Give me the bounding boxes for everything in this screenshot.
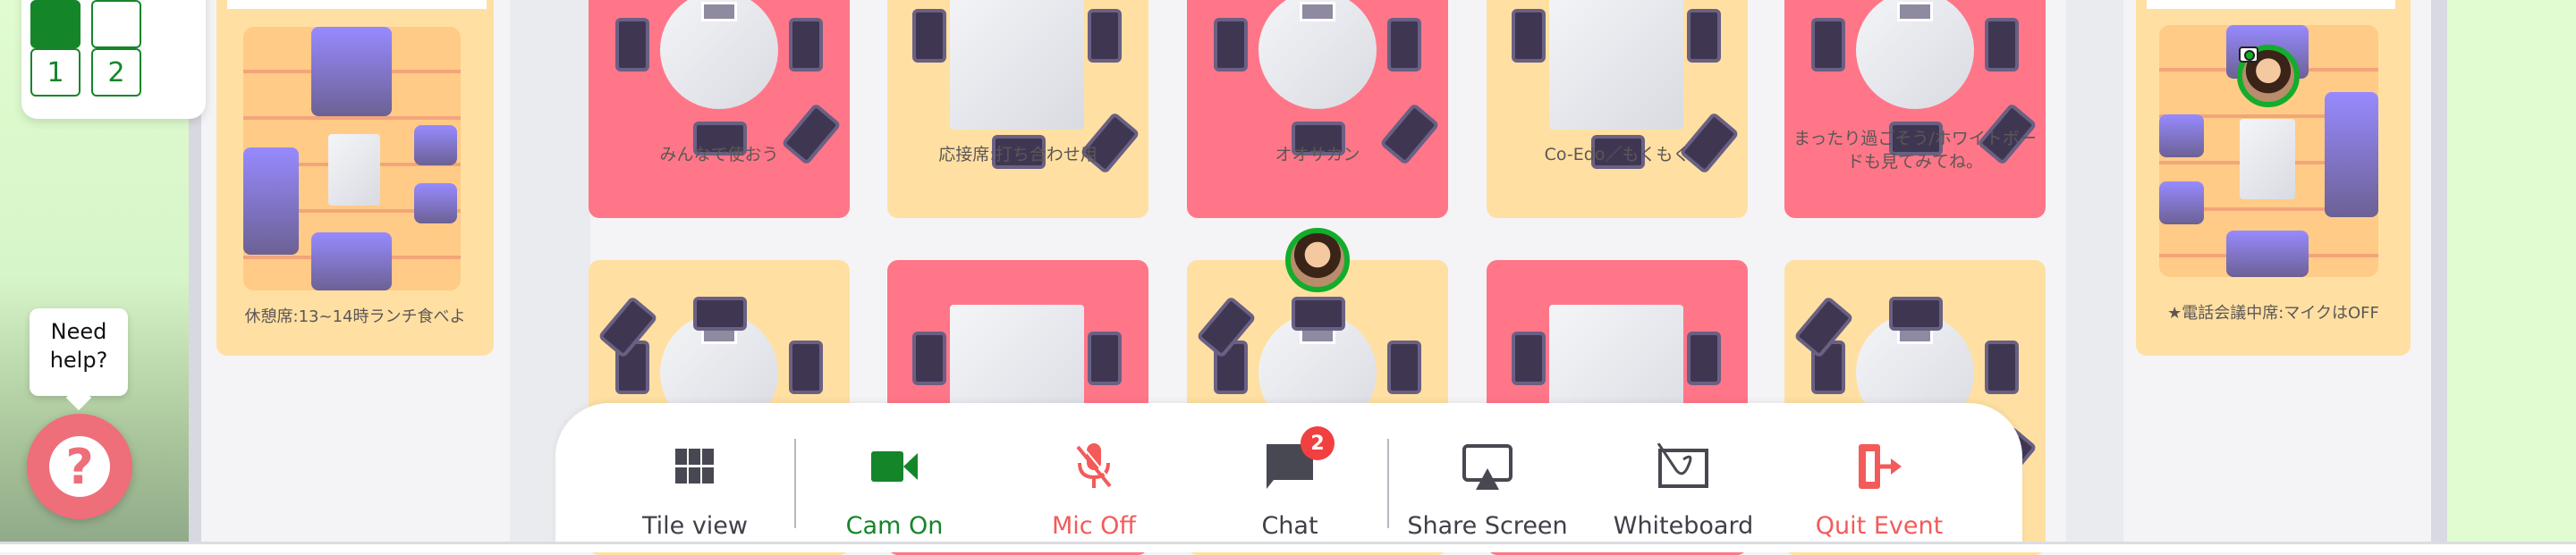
tile-view-label: Tile view — [641, 512, 749, 540]
chair — [1088, 332, 1122, 385]
room-header — [2147, 0, 2395, 9]
room-card[interactable]: みんなで使おう — [589, 0, 850, 218]
tile-view-button[interactable]: Tile view — [606, 439, 784, 540]
room-label: 休憩席:13~14時ランチ食べよ — [244, 307, 466, 326]
help-tooltip: Need help? — [30, 308, 128, 396]
floor-selector: 1 2 — [21, 0, 206, 119]
chair — [789, 18, 823, 71]
floor-button-2[interactable]: 2 — [91, 48, 141, 97]
chat-bubble-icon: 2 — [1200, 426, 1379, 494]
cam-label: Cam On — [845, 512, 944, 540]
grid-icon — [606, 439, 784, 494]
exit-door-icon — [1790, 439, 1969, 494]
divider — [1387, 439, 1389, 528]
lounge-illustration — [243, 27, 461, 290]
chair — [1985, 18, 2019, 71]
armchair — [311, 27, 392, 116]
room-label: ★電話会議中席:マイクはOFF — [2167, 304, 2379, 323]
room-card-lounge-left[interactable]: 休憩席:13~14時ランチ食べよ — [216, 0, 494, 356]
laptop-icon — [1897, 2, 1933, 21]
chair — [693, 297, 747, 331]
stool — [414, 125, 457, 165]
floor-button-1[interactable]: 1 — [30, 48, 80, 97]
room-card[interactable]: まったり過ごそう/ホワイトボードも見てみてね。 — [1784, 0, 2046, 218]
mic-button[interactable]: Mic Off — [1004, 439, 1183, 540]
sofa — [243, 147, 299, 255]
chair — [1889, 297, 1943, 331]
chair — [1088, 9, 1122, 63]
rect-table — [950, 0, 1084, 130]
rect-table — [1549, 0, 1683, 130]
chair — [1214, 18, 1248, 71]
aisle — [2066, 0, 2123, 542]
chair — [615, 18, 649, 71]
stool — [2159, 114, 2204, 157]
question-icon: ? — [49, 436, 110, 497]
bottom-border — [0, 542, 2576, 552]
share-screen-button[interactable]: Share Screen — [1398, 439, 1577, 540]
floor-button[interactable] — [91, 0, 141, 48]
room-card[interactable]: オオサカン — [1187, 0, 1448, 218]
divider — [794, 439, 796, 528]
room-card-lounge-right[interactable]: ★電話会議中席:マイクはOFF — [2136, 0, 2411, 356]
chair — [912, 9, 946, 63]
chair — [1811, 18, 1845, 71]
screen-share-icon — [1398, 439, 1577, 494]
camera-icon — [2239, 46, 2258, 63]
chat-button[interactable]: 2 Chat — [1200, 426, 1379, 540]
whiteboard-button[interactable]: Whiteboard — [1594, 439, 1773, 540]
room-card[interactable]: 応接席:打ち合わせ用 — [887, 0, 1148, 218]
chat-label: Chat — [1261, 512, 1318, 540]
floor-button[interactable] — [30, 0, 80, 48]
chair — [1687, 9, 1721, 63]
room-label: みんなで使おう — [659, 145, 779, 164]
quit-event-button[interactable]: Quit Event — [1790, 439, 1969, 540]
room-label: Co-Edo／もくもく — [1544, 145, 1690, 164]
chair — [912, 332, 946, 385]
coffee-table — [2240, 119, 2295, 199]
room-label: オオサカン — [1275, 145, 1360, 164]
chair — [1985, 341, 2019, 394]
mic-label: Mic Off — [1051, 512, 1137, 540]
whiteboard-icon — [1594, 439, 1773, 494]
sofa — [2325, 92, 2378, 217]
chair — [1387, 341, 1421, 394]
chair — [1292, 297, 1345, 331]
chair — [1512, 332, 1546, 385]
whiteboard-label: Whiteboard — [1613, 512, 1754, 540]
chair — [1687, 332, 1721, 385]
stool — [414, 183, 457, 223]
help-button[interactable]: ? — [27, 414, 132, 519]
laptop-icon — [1300, 2, 1335, 21]
room-card[interactable]: Co-Edo／もくもく — [1487, 0, 1748, 218]
armchair — [311, 232, 392, 290]
room-header — [227, 0, 487, 9]
right-background — [2447, 0, 2576, 542]
room-label: まったり過ごそう/ホワイトボードも見てみてね。 — [1793, 129, 2037, 172]
scroll-gutter-right[interactable] — [2431, 0, 2447, 542]
share-screen-label: Share Screen — [1407, 512, 1568, 540]
bottom-toolbar: Tile view Cam On Mic Off 2 Chat Share Sc… — [555, 403, 2022, 546]
chair — [1387, 18, 1421, 71]
stool — [2159, 181, 2204, 224]
chair — [789, 341, 823, 394]
cam-button[interactable]: Cam On — [805, 439, 984, 540]
user-avatar[interactable] — [1285, 228, 1350, 292]
video-camera-icon — [805, 439, 984, 494]
laptop-icon — [701, 2, 737, 21]
coffee-table — [328, 134, 380, 206]
chair — [1512, 9, 1546, 63]
chat-unread-badge: 2 — [1301, 426, 1335, 460]
room-label: 応接席:打ち合わせ用 — [938, 145, 1097, 164]
armchair — [2226, 231, 2309, 277]
microphone-off-icon — [1004, 439, 1183, 494]
quit-event-label: Quit Event — [1815, 512, 1944, 540]
